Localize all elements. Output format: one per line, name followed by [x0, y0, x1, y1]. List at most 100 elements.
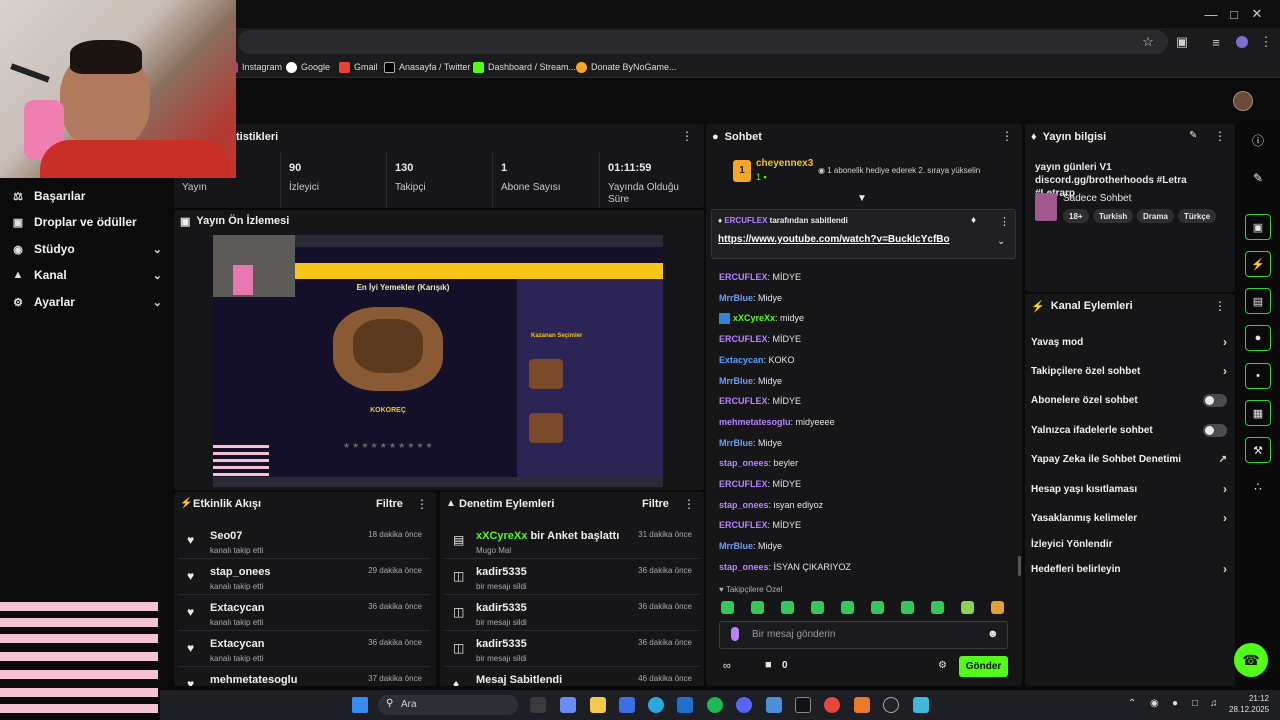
more-icon[interactable]: ⋮ [681, 129, 693, 143]
moderation-row[interactable]: ▤ xXCyreXx bir Anket başlattı Mugo Mal 31 d… [444, 523, 700, 559]
activity-row[interactable]: ♥ Extacycan kanalı takip etti 36 dakika önc… [178, 631, 430, 667]
chat-message[interactable]: stap_onees: İSYAN ÇIKARIYOZ [719, 562, 851, 576]
chat-message[interactable]: stap_onees: isyan ediyoz [719, 500, 823, 514]
gift-leader-name[interactable]: cheyennex3 [756, 158, 813, 169]
side-tool-7[interactable]: ⚒ [1245, 437, 1271, 463]
more-icon[interactable]: ⋮ [1001, 129, 1013, 143]
chat-message[interactable]: ERCUFLEX: MİDYE [719, 479, 801, 493]
store-app-icon[interactable] [619, 697, 635, 713]
emote-icon[interactable] [811, 601, 824, 614]
info-icon[interactable]: ⓘ [1249, 131, 1267, 149]
side-tool-4[interactable]: ● [1245, 325, 1271, 351]
emote-icon[interactable] [841, 601, 854, 614]
connections-icon[interactable]: ∴ [1249, 478, 1267, 496]
sidebar-item-drops[interactable]: ▣ Droplar ve ödüller [12, 212, 162, 232]
tray-chevron-icon[interactable]: ⌃ [1128, 698, 1136, 709]
clock[interactable]: 21:12 28.12.2025 [1229, 693, 1269, 715]
chat-username[interactable]: MrrBlue [719, 541, 753, 551]
sidebar-item-channel[interactable]: ▲ Kanal ⌄ [12, 265, 162, 285]
side-tool-1[interactable]: ▣ [1245, 214, 1271, 240]
channel-action-row[interactable]: Abonelere özel sohbet [1031, 392, 1227, 408]
bookmark-dashboard[interactable]: Dashboard / Stream... [473, 60, 576, 74]
chat-username[interactable]: ERCUFLEX [719, 334, 768, 344]
channel-action-row[interactable]: Takipçilere özel sohbet › [1031, 363, 1227, 379]
edge-icon[interactable] [648, 697, 664, 713]
chat-username[interactable]: Extacycan [719, 355, 764, 365]
moderation-row[interactable]: ◫ kadir5335 bir mesajı sildi 36 dakika önc… [444, 631, 700, 667]
channel-action-row[interactable]: Yapay Zeka ile Sohbet Denetimi ↗ [1031, 451, 1227, 467]
chat-message[interactable]: MrrBlue: Midye [719, 438, 782, 452]
chat-message[interactable]: mehmetatesoglu: midyeeee [719, 417, 835, 431]
channel-action-row[interactable]: Yavaş mod › [1031, 334, 1227, 350]
chat-username[interactable]: ERCUFLEX [719, 272, 768, 282]
obs-icon[interactable] [883, 697, 899, 713]
activity-user[interactable]: Extacycan [210, 638, 264, 650]
bookmark-twitter[interactable]: Anasayfa / Twitter [384, 60, 470, 74]
chat-username[interactable]: MrrBlue [719, 438, 753, 448]
channel-action-row[interactable]: Yalnızca ifadelerle sohbet [1031, 422, 1227, 438]
display-icon[interactable]: □ [1192, 698, 1198, 709]
loop-icon[interactable]: ∞ [723, 660, 731, 672]
moderation-row[interactable]: ♦ Mesaj Sabitlendi 46 dakika önce [444, 667, 700, 686]
more-icon[interactable]: ⋮ [1214, 299, 1226, 313]
activity-row[interactable]: ♥ mehmetatesoglu 37 dakika önce [178, 667, 430, 686]
chat-message[interactable]: ERCUFLEX: MİDYE [719, 272, 801, 286]
chat-username[interactable]: MrrBlue [719, 376, 753, 386]
more-icon[interactable]: ⋮ [416, 497, 428, 511]
outlook-icon[interactable] [677, 697, 693, 713]
stream-category[interactable]: Sadece Sohbet [1063, 193, 1131, 204]
side-tool-3[interactable]: ▤ [1245, 288, 1271, 314]
chat-username[interactable]: MrrBlue [719, 293, 753, 303]
chevron-down-icon[interactable]: ⌄ [997, 236, 1005, 247]
taskview-icon[interactable] [530, 697, 546, 713]
side-tool-2[interactable]: ⚡ [1245, 251, 1271, 277]
activity-row[interactable]: ♥ Seo07 kanalı takip etti 18 dakika önce [178, 523, 430, 559]
toggle-switch[interactable] [1203, 423, 1227, 437]
volume-icon[interactable]: ♫ [1210, 698, 1218, 709]
moderation-user[interactable]: kadir5335 [476, 566, 527, 578]
sidebar-item-achievements[interactable]: ⚖ Başarılar [12, 186, 162, 206]
bookmark-star-icon[interactable]: ☆ [1139, 33, 1157, 51]
extensions-icon[interactable]: ▣ [1173, 33, 1191, 51]
toggle-switch[interactable] [1203, 393, 1227, 407]
chat-message[interactable]: Extacycan: KOKO [719, 355, 795, 369]
chat-scrollbar[interactable] [1018, 556, 1021, 576]
windows-start-icon[interactable] [352, 697, 368, 713]
emote-icon[interactable] [751, 601, 764, 614]
emote-icon[interactable] [781, 601, 794, 614]
unpin-icon[interactable]: ♦ [971, 215, 976, 226]
explorer-icon[interactable] [590, 697, 606, 713]
chat-message[interactable]: xXCyreXx: midye [719, 313, 804, 327]
emote-icon[interactable] [961, 601, 974, 614]
edit-icon[interactable]: ✎ [1189, 130, 1197, 141]
chat-username[interactable]: xXCyreXx [733, 313, 775, 323]
moderation-row[interactable]: ◫ kadir5335 bir mesajı sildi 36 dakika önc… [444, 595, 700, 631]
activity-row[interactable]: ♥ stap_onees kanalı takip etti 29 dakika ön… [178, 559, 430, 595]
gear-icon[interactable]: ⚙ [938, 660, 947, 671]
chat-username[interactable]: mehmetatesoglu [719, 417, 791, 427]
chat-username[interactable]: stap_onees [719, 500, 769, 510]
chat-message[interactable]: stap_onees: beyler [719, 458, 798, 472]
channel-action-row[interactable]: Hesap yaşı kısıtlaması › [1031, 481, 1227, 497]
chat-username[interactable]: ERCUFLEX [719, 479, 768, 489]
discord-icon[interactable] [736, 697, 752, 713]
moderation-user[interactable]: Mesaj Sabitlendi [476, 674, 562, 686]
sidebar-item-settings[interactable]: ⚙ Ayarlar ⌄ [12, 292, 162, 312]
chrome-icon[interactable] [824, 697, 840, 713]
send-button[interactable]: Gönder [959, 656, 1008, 677]
activity-user[interactable]: Extacycan [210, 602, 264, 614]
profile-icon[interactable] [1233, 33, 1251, 51]
expand-icon[interactable]: ▼ [857, 193, 867, 204]
pinned-link[interactable]: https://www.youtube.com/watch?v=BuckIcYc… [718, 234, 950, 245]
spotify-icon[interactable] [707, 697, 723, 713]
channel-action-row[interactable]: İzleyici Yönlendir [1031, 536, 1227, 552]
chat-message[interactable]: ERCUFLEX: MİDYE [719, 396, 801, 410]
chat-message[interactable]: ERCUFLEX: MİDYE [719, 334, 801, 348]
notepad-icon[interactable] [913, 697, 929, 713]
address-bar[interactable] [238, 30, 1168, 54]
support-icon[interactable]: ☎ [1234, 643, 1268, 677]
emote-icon[interactable] [721, 601, 734, 614]
widgets-icon[interactable] [560, 697, 576, 713]
chat-message[interactable]: MrrBlue: Midye [719, 376, 782, 390]
avatar[interactable] [1233, 91, 1253, 111]
